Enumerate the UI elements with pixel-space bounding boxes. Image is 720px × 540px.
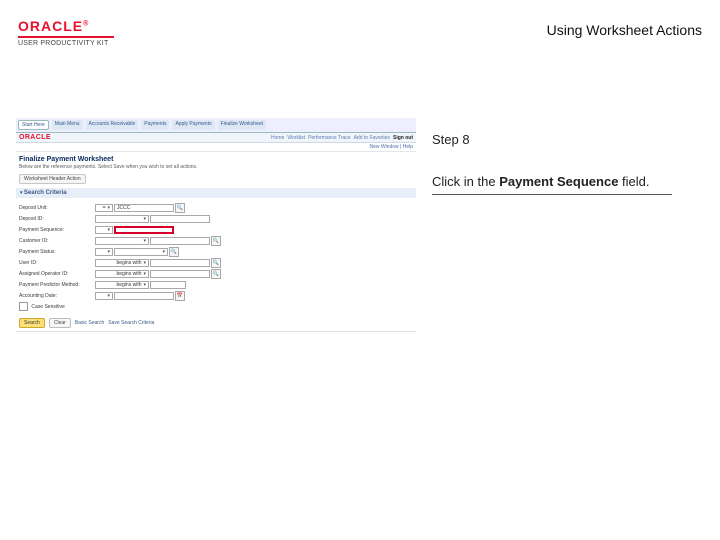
breadcrumb-tabbar: Start Here Main Menu Accounts Receivable… — [16, 118, 416, 133]
op-deposit-unit[interactable]: = — [95, 204, 113, 212]
status-line[interactable]: New Window | Help — [16, 143, 416, 152]
label-customer-id: Customer ID: — [19, 238, 95, 244]
op-accounting-date[interactable] — [95, 292, 113, 300]
deposit-unit-field[interactable]: JCCC — [114, 204, 174, 212]
label-payment-method: Payment Predictor Method: — [19, 282, 95, 288]
instruction-text: Click in the Payment Sequence field. — [432, 173, 702, 195]
brand-block: ORACLE® USER PRODUCTIVITY KIT — [18, 18, 138, 47]
nav-link-signout[interactable]: Sign out — [393, 135, 413, 141]
app-screenshot: Start Here Main Menu Accounts Receivable… — [16, 118, 416, 343]
breadcrumb-tab[interactable]: Main Menu — [52, 120, 83, 130]
label-assigned-oper: Assigned Operator ID: — [19, 271, 95, 277]
label-deposit-unit: Deposit Unit: — [19, 205, 95, 211]
footer-rule — [16, 331, 416, 332]
worksheet-action-tab[interactable]: Worksheet Header Action — [19, 174, 86, 184]
label-payment-status: Payment Status: — [19, 249, 95, 255]
breadcrumb-tab[interactable]: Payments — [141, 120, 169, 130]
search-button[interactable]: Search — [19, 318, 45, 328]
op-customer-id[interactable] — [95, 237, 149, 245]
oracle-mini-logo: ORACLE — [19, 134, 51, 141]
breadcrumb-tab[interactable]: Apply Payments — [172, 120, 214, 130]
product-line: USER PRODUCTIVITY KIT — [18, 40, 138, 47]
link-save-search[interactable]: Save Search Criteria — [108, 320, 154, 326]
payment-sequence-field[interactable] — [114, 226, 174, 234]
lookup-icon[interactable]: 🔍 — [169, 247, 179, 257]
customer-id-field[interactable] — [150, 237, 210, 245]
user-id-field[interactable] — [150, 259, 210, 267]
label-user-id: User ID: — [19, 260, 95, 266]
breadcrumb-tab[interactable]: Accounts Receivable — [86, 120, 139, 130]
op-payment-method[interactable]: begins with — [95, 281, 149, 289]
link-basic-search[interactable]: Basic Search — [75, 320, 104, 326]
breadcrumb-tab[interactable]: Start Here — [18, 120, 49, 130]
calendar-icon[interactable]: 📅 — [175, 291, 185, 301]
lookup-icon[interactable]: 🔍 — [211, 269, 221, 279]
deposit-id-field[interactable] — [150, 215, 210, 223]
op-assigned-oper[interactable]: begins with — [95, 270, 149, 278]
breadcrumb-tab[interactable]: Finalize Worksheet — [218, 120, 266, 130]
op-user-id[interactable]: begins with — [95, 259, 149, 267]
lookup-icon[interactable]: 🔍 — [211, 258, 221, 268]
helper-text: Below are the reference payments. Select… — [16, 164, 416, 173]
nav-link-trace[interactable]: Performance Trace — [308, 135, 351, 141]
instruction-panel: Step 8 Click in the Payment Sequence fie… — [432, 132, 702, 195]
label-case-sensitive: Case Sensitive — [31, 304, 64, 310]
nav-link-home[interactable]: Home — [271, 135, 284, 141]
label-accounting-date: Accounting Date: — [19, 293, 95, 299]
section-title: Finalize Payment Worksheet — [16, 152, 416, 164]
assigned-oper-field[interactable] — [150, 270, 210, 278]
app-header-bar: ORACLE Home Worklist Performance Trace A… — [16, 133, 416, 143]
op-deposit-id[interactable] — [95, 215, 149, 223]
label-payment-sequence: Payment Sequence: — [19, 227, 95, 233]
brand-rule — [18, 36, 114, 38]
nav-link-worklist[interactable]: Worklist — [287, 135, 305, 141]
lookup-icon[interactable]: 🔍 — [211, 236, 221, 246]
oracle-wordmark: ORACLE® — [18, 18, 138, 34]
op-payment-sequence[interactable] — [95, 226, 113, 234]
nav-link-fav[interactable]: Add to Favorites — [354, 135, 390, 141]
op-payment-status[interactable] — [95, 248, 113, 256]
search-criteria-band[interactable]: Search Criteria — [16, 188, 416, 198]
step-label: Step 8 — [432, 132, 702, 147]
lookup-icon[interactable]: 🔍 — [175, 203, 185, 213]
search-form: Deposit Unit: = JCCC 🔍 Deposit ID: Payme… — [16, 200, 416, 314]
button-bar: Search Clear Basic Search Save Search Cr… — [16, 314, 416, 328]
checkbox-case-sensitive[interactable] — [19, 302, 28, 311]
instruction-underline — [432, 194, 672, 195]
payment-method-field[interactable] — [150, 281, 186, 289]
page-title: Using Worksheet Actions — [547, 22, 702, 38]
clear-button[interactable]: Clear — [49, 318, 71, 328]
accounting-date-field[interactable] — [114, 292, 174, 300]
label-deposit-id: Deposit ID: — [19, 216, 95, 222]
payment-status-field[interactable] — [114, 248, 168, 256]
